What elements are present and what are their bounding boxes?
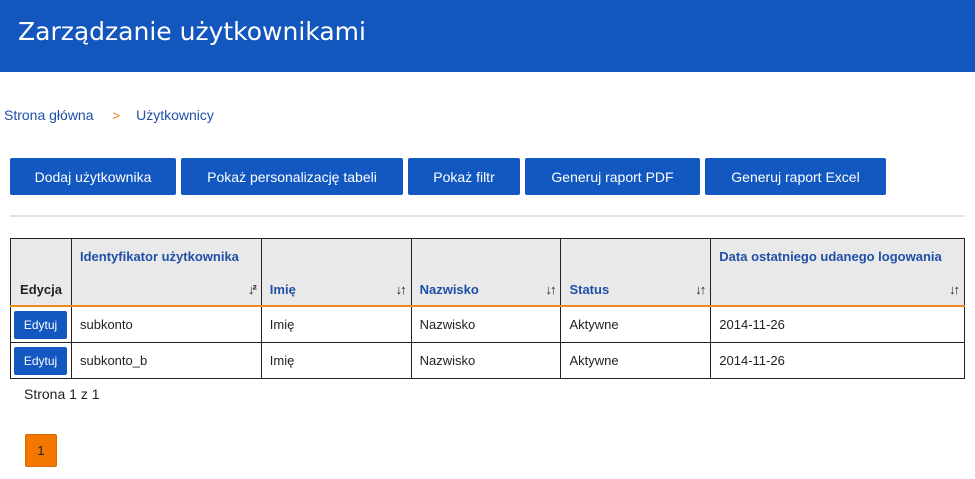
cell-user-id: subkonto_b xyxy=(70,342,262,379)
column-header-label: Imię xyxy=(269,282,296,297)
breadcrumb-home-link[interactable]: Strona główna xyxy=(4,107,94,123)
cell-status: Aktywne xyxy=(560,305,712,343)
page-header: Zarządzanie użytkownikami xyxy=(0,0,975,72)
column-header-label: Nazwisko xyxy=(419,282,479,297)
show-table-personalization-button[interactable]: Pokaż personalizację tabeli xyxy=(181,158,403,195)
sort-icon[interactable]: ↓↑ xyxy=(545,282,556,297)
cell-last-name: Nazwisko xyxy=(410,305,562,343)
column-header-user-id[interactable]: Identyfikator użytkownika ↓² xyxy=(70,238,262,307)
edit-cell: Edytuj xyxy=(10,342,72,379)
cell-last-name: Nazwisko xyxy=(410,342,562,379)
column-header-label: Status xyxy=(569,282,610,297)
cell-user-id: subkonto xyxy=(70,305,262,343)
generate-excel-report-button[interactable]: Generuj raport Excel xyxy=(705,158,886,195)
users-table: Edycja Identyfikator użytkownika ↓² Imię… xyxy=(10,238,965,379)
sort-icon[interactable]: ↓↑ xyxy=(949,282,960,297)
column-header-last-login[interactable]: Data ostatniego udanego logowania ↓↑ xyxy=(710,238,965,307)
edit-cell: Edytuj xyxy=(10,305,72,343)
cell-first-name: Imię xyxy=(260,342,412,379)
cell-first-name: Imię xyxy=(260,305,412,343)
cell-last-login: 2014-11-26 xyxy=(710,342,965,379)
divider xyxy=(10,215,965,217)
table-row: Edytuj subkonto Imię Nazwisko Aktywne 20… xyxy=(10,305,965,343)
sort-icon[interactable]: ↓↑ xyxy=(396,282,407,297)
toolbar: Dodaj użytkownika Pokaż personalizację t… xyxy=(10,158,886,195)
pagination-info: Strona 1 z 1 xyxy=(24,386,100,402)
column-header-edit: Edycja xyxy=(10,238,72,307)
sort-icon[interactable]: ↓↑ xyxy=(695,282,706,297)
table-header-row: Edycja Identyfikator użytkownika ↓² Imię… xyxy=(10,238,965,307)
cell-last-login: 2014-11-26 xyxy=(710,305,965,343)
edit-button[interactable]: Edytuj xyxy=(14,310,67,339)
breadcrumb-current-link[interactable]: Użytkownicy xyxy=(136,107,214,123)
breadcrumb: Strona główna > Użytkownicy xyxy=(4,107,214,123)
column-header-label: Edycja xyxy=(20,282,62,297)
sort-ascending-icon[interactable]: ↓² xyxy=(248,282,257,297)
column-header-last-name[interactable]: Nazwisko ↓↑ xyxy=(410,238,562,307)
column-header-first-name[interactable]: Imię ↓↑ xyxy=(260,238,412,307)
cell-status: Aktywne xyxy=(560,342,712,379)
column-header-label: Identyfikator użytkownika xyxy=(79,249,239,264)
table-row: Edytuj subkonto_b Imię Nazwisko Aktywne … xyxy=(10,342,965,379)
show-filter-button[interactable]: Pokaż filtr xyxy=(408,158,520,195)
page-title: Zarządzanie użytkownikami xyxy=(18,17,366,46)
add-user-button[interactable]: Dodaj użytkownika xyxy=(10,158,176,195)
breadcrumb-separator: > xyxy=(112,107,121,123)
pagination-page-button[interactable]: 1 xyxy=(25,434,57,467)
column-header-status[interactable]: Status ↓↑ xyxy=(560,238,712,307)
generate-pdf-report-button[interactable]: Generuj raport PDF xyxy=(525,158,700,195)
column-header-label: Data ostatniego udanego logowania xyxy=(719,249,942,264)
edit-button[interactable]: Edytuj xyxy=(14,346,67,375)
